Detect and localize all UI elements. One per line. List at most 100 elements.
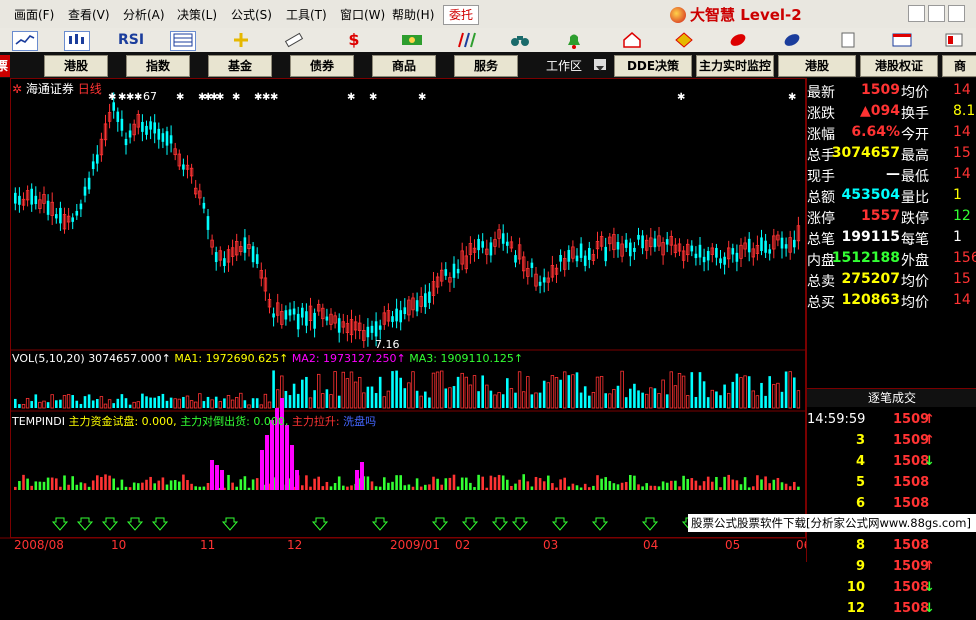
candle-body: [301, 307, 304, 318]
category-bond[interactable]: 债券: [290, 55, 354, 77]
candle-body: [481, 241, 484, 248]
volume-bar: [764, 395, 767, 408]
category-hk-stock[interactable]: 港股: [44, 55, 108, 77]
category-service[interactable]: 服务: [454, 55, 518, 77]
low-price-label: 7.16: [375, 338, 400, 351]
candle-body: [784, 244, 788, 249]
category-main-monitor[interactable]: 主力实时监控: [696, 55, 774, 77]
tempindi-bar: [772, 479, 776, 490]
category-dde[interactable]: DDE决策: [614, 55, 692, 77]
maximize-button[interactable]: [928, 5, 945, 22]
tempindi-d: 洗盘吗: [343, 415, 377, 428]
quote-label: 换手: [901, 106, 929, 122]
volume-bar: [301, 379, 304, 408]
tick-arrow: ↑: [924, 433, 935, 448]
volume-bar: [456, 376, 460, 408]
tempindi-bar: [96, 475, 99, 490]
tempindi-bar: [510, 485, 513, 490]
brand-logo: 大智慧 Level-2: [670, 4, 802, 25]
volume-bar: [588, 395, 591, 408]
bell-icon[interactable]: [562, 31, 586, 49]
workspace-dropdown-icon[interactable]: [594, 59, 606, 71]
candle-body: [444, 269, 448, 276]
bars-icon[interactable]: [454, 31, 478, 49]
settings-icon[interactable]: ✲: [12, 82, 22, 96]
date-tick: 10: [111, 538, 127, 552]
extra-icon[interactable]: [942, 31, 966, 49]
window-icon[interactable]: [890, 31, 914, 49]
tempindi-bar: [469, 482, 472, 490]
binoculars-icon[interactable]: [508, 31, 532, 49]
candle-body: [706, 251, 710, 261]
tempindi-bar: [305, 475, 308, 490]
menu-tools[interactable]: 工具(T): [286, 6, 327, 23]
quote-value: 120863: [841, 292, 900, 308]
volume-bar: [288, 395, 292, 408]
quote-value: 14: [953, 292, 971, 308]
category-commodity-2[interactable]: 商: [942, 55, 976, 77]
candle-body: [91, 161, 95, 170]
volume-bar: [87, 394, 91, 408]
menu-view[interactable]: 查看(V): [68, 6, 110, 23]
volume-bar: [784, 371, 788, 408]
category-hk-warrant[interactable]: 港股权证: [860, 55, 938, 77]
diamond-icon[interactable]: [672, 31, 696, 49]
doc-icon[interactable]: [836, 31, 860, 49]
category-hk-stock-2[interactable]: 港股: [778, 55, 856, 77]
volume-bar: [14, 398, 17, 408]
entrust-button[interactable]: 委托: [443, 5, 479, 25]
tick-qty: 9: [855, 559, 865, 574]
tempindi-bar: [116, 487, 120, 490]
chart-icon[interactable]: [12, 31, 38, 51]
candles-icon[interactable]: [64, 31, 90, 51]
category-cut-left[interactable]: 票: [0, 55, 10, 77]
category-fund[interactable]: 基金: [208, 55, 272, 77]
ad-banner[interactable]: 股票公式股票软件下载[分析家公式网www.88gs.com]: [688, 514, 976, 532]
quote-value: 12: [953, 208, 971, 224]
volume-bar: [477, 391, 480, 408]
candle-body: [292, 308, 296, 315]
table-icon[interactable]: [170, 31, 196, 51]
tempindi-bar: [243, 476, 247, 490]
pill-icon[interactable]: [726, 31, 750, 49]
tempindi-bar: [715, 476, 718, 490]
volume-bar: [305, 376, 308, 408]
candle-body: [793, 239, 796, 248]
category-index[interactable]: 指数: [126, 55, 190, 77]
candle-body: [370, 325, 374, 333]
candle-body: [395, 308, 398, 322]
volume-bar: [366, 386, 370, 408]
minimize-button[interactable]: [908, 5, 925, 22]
tempindi-spike: [265, 435, 269, 490]
money-icon[interactable]: [400, 31, 424, 49]
tempindi-bar: [633, 475, 636, 490]
brand-logo-icon: [670, 7, 686, 23]
menu-window[interactable]: 窗口(W): [340, 6, 385, 23]
menu-decision[interactable]: 决策(L): [177, 6, 217, 23]
house-icon[interactable]: [620, 31, 644, 49]
volume-bar: [415, 390, 419, 408]
close-button[interactable]: [948, 5, 965, 22]
menu-help[interactable]: 帮助(H): [392, 6, 434, 23]
rsi-icon[interactable]: RSI: [116, 31, 146, 49]
menu-formula[interactable]: 公式(S): [231, 6, 272, 23]
volume-bar: [128, 404, 132, 408]
tempindi-bar: [87, 486, 91, 490]
volume-bar: [145, 396, 148, 408]
candle-body: [424, 293, 427, 308]
kline-chart[interactable]: ✱ ✱ ✱ ✱ ✱ ✱ ✱ ✱ ✱ ✱ ✱ ✱ ✱ ✱ ✱ ✱ ✱ ✱ ✲ 海通证券 日线 67 7.16 VOL…: [0, 78, 811, 562]
tempindi-bar: [141, 482, 144, 490]
pill2-icon[interactable]: [780, 31, 804, 49]
dollar-icon[interactable]: $: [342, 31, 366, 49]
tempindi-bar: [198, 486, 202, 490]
tempindi-bar: [194, 486, 197, 490]
quote-row: 涨跌 ▲094换手 8.19: [807, 101, 976, 122]
cross-icon[interactable]: [229, 31, 253, 49]
ruler-icon[interactable]: [282, 31, 306, 49]
menu-analysis[interactable]: 分析(A): [123, 6, 165, 23]
category-commodity[interactable]: 商品: [372, 55, 436, 77]
tempindi-bar: [637, 484, 640, 490]
menu-screen[interactable]: 画面(F): [14, 6, 54, 23]
chart-period[interactable]: 日线: [78, 82, 102, 96]
volume-bar: [424, 391, 427, 408]
